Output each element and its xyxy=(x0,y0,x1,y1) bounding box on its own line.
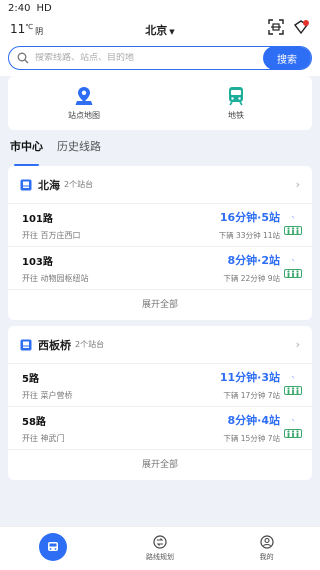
chevron-right-icon: › xyxy=(295,178,300,191)
crowd-level-icon xyxy=(284,226,302,235)
station-card: 北海 2个站台 › 101路 开往 百万庄西口 16分钟·5站 下辆 33分钟 … xyxy=(8,166,312,320)
route-direction: 开往 菜户营桥 xyxy=(22,390,73,400)
status-time: 2:40 xyxy=(8,2,31,14)
route-name: 5路 xyxy=(22,373,39,385)
city-selector[interactable]: 北京 ▼ xyxy=(0,22,320,38)
chevron-right-icon: › xyxy=(295,338,300,351)
bus-stop-icon xyxy=(20,339,32,350)
quick-links: 站点地图 地铁 xyxy=(8,76,312,130)
crowd-indicator: ◝ xyxy=(284,418,302,438)
crowd-level-icon xyxy=(284,269,302,278)
nav-home[interactable] xyxy=(0,527,107,570)
nav-label: 路线规划 xyxy=(146,553,174,561)
caret-down-icon: ▼ xyxy=(169,28,175,36)
crowd-level-icon xyxy=(284,429,302,438)
profile-icon xyxy=(260,535,274,549)
realtime-signal-icon: ◝ xyxy=(291,375,295,382)
station-name: 北海 xyxy=(38,178,60,192)
tab-history-routes[interactable]: 历史线路 xyxy=(57,138,101,160)
route-eta: 8分钟·4站 xyxy=(227,414,281,427)
route-next-bus: 下辆 15分钟 7站 xyxy=(223,434,280,443)
realtime-signal-icon: ◝ xyxy=(291,418,295,425)
expand-all-button[interactable]: 展开全部 xyxy=(8,290,312,320)
route-eta: 11分钟·3站 xyxy=(219,371,280,384)
station-name: 西板桥 xyxy=(38,338,71,352)
city-name: 北京 xyxy=(145,24,168,37)
station-header[interactable]: 西板桥 2个站台 › xyxy=(8,326,312,364)
route-plan-icon xyxy=(153,535,167,549)
realtime-signal-icon: ◝ xyxy=(291,215,295,222)
crowd-indicator: ◝ xyxy=(284,215,302,235)
route-next-bus: 下辆 22分钟 9站 xyxy=(223,274,280,283)
tab-bar: 市中心 历史线路 xyxy=(0,130,320,166)
tab-city-center[interactable]: 市中心 xyxy=(10,138,43,166)
route-name: 58路 xyxy=(22,416,46,428)
bus-home-icon xyxy=(39,532,68,561)
quick-link-station-map[interactable]: 站点地图 xyxy=(8,76,160,130)
route-row[interactable]: 103路 开往 动物园枢纽站 8分钟·2站 下辆 22分钟 9站 ◝ xyxy=(8,247,312,290)
route-eta: 16分钟·5站 xyxy=(219,211,280,224)
nav-label: 我的 xyxy=(259,553,274,561)
search-input[interactable] xyxy=(29,53,263,63)
platform-count: 2个站台 xyxy=(75,340,105,349)
route-direction: 开往 动物园枢纽站 xyxy=(22,273,89,283)
quick-link-subway[interactable]: 地铁 xyxy=(160,76,312,130)
quick-link-label: 地铁 xyxy=(228,110,244,120)
quick-link-label: 站点地图 xyxy=(68,110,100,120)
route-direction: 开往 百万庄西口 xyxy=(22,230,81,240)
route-row[interactable]: 101路 开往 百万庄西口 16分钟·5站 下辆 33分钟 11站 ◝ xyxy=(8,204,312,247)
nav-route-planning[interactable]: 路线规划 xyxy=(107,527,214,570)
route-direction: 开往 神武门 xyxy=(22,433,65,443)
crowd-indicator: ◝ xyxy=(284,258,302,278)
nav-profile[interactable]: 我的 xyxy=(213,527,320,570)
status-hd: HD xyxy=(36,2,52,14)
expand-all-button[interactable]: 展开全部 xyxy=(8,450,312,480)
map-pin-icon xyxy=(75,86,93,105)
bus-stop-icon xyxy=(20,179,32,190)
route-next-bus: 下辆 17分钟 7站 xyxy=(223,391,280,400)
route-next-bus: 下辆 33分钟 11站 xyxy=(218,231,280,240)
station-card: 西板桥 2个站台 › 5路 开往 菜户营桥 11分钟·3站 下辆 17分钟 7站… xyxy=(8,326,312,480)
search-bar: 搜索 xyxy=(8,46,312,70)
route-row[interactable]: 5路 开往 菜户营桥 11分钟·3站 下辆 17分钟 7站 ◝ xyxy=(8,364,312,407)
platform-count: 2个站台 xyxy=(64,180,94,189)
search-icon xyxy=(17,52,29,64)
search-button[interactable]: 搜索 xyxy=(263,47,311,69)
route-name: 101路 xyxy=(22,213,53,225)
subway-icon xyxy=(229,86,243,105)
realtime-signal-icon: ◝ xyxy=(291,258,295,265)
bottom-navigation: 路线规划 我的 xyxy=(0,526,320,570)
status-bar: 2:40 HD xyxy=(0,0,320,16)
route-row[interactable]: 58路 开往 神武门 8分钟·4站 下辆 15分钟 7站 ◝ xyxy=(8,407,312,450)
crowd-indicator: ◝ xyxy=(284,375,302,395)
crowd-level-icon xyxy=(284,386,302,395)
route-name: 103路 xyxy=(22,256,53,268)
route-eta: 8分钟·2站 xyxy=(227,254,281,267)
station-header[interactable]: 北海 2个站台 › xyxy=(8,166,312,204)
top-bar: 11 ℃ 阴 北京 ▼ xyxy=(0,16,320,42)
